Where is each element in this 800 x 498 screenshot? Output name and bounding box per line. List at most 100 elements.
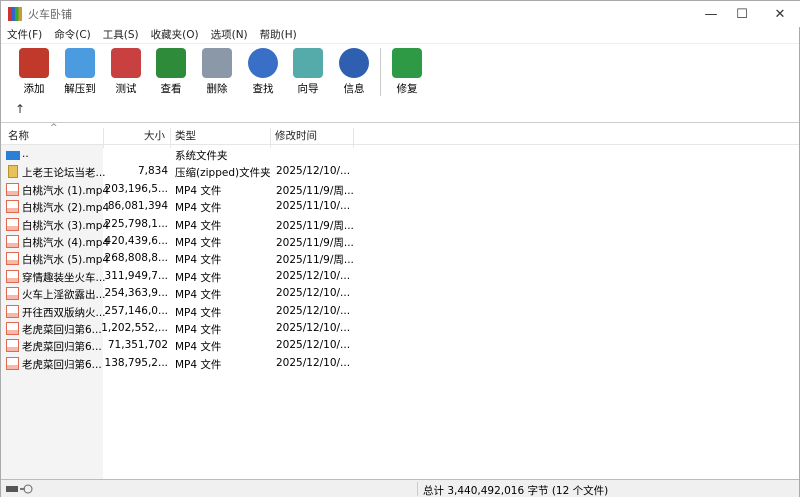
- file-row[interactable]: 上老王论坛当老... 7,834 压缩(zipped)文件夹 2025/12/10/.…: [1, 163, 361, 180]
- file-row[interactable]: 老虎菜回归第6... 1,202,552,... MP4 文件 2025/12/10/…: [1, 320, 361, 337]
- folder-up-icon: [6, 151, 20, 160]
- file-date: 2025/12/10/...: [276, 356, 351, 369]
- file-name: 火车上淫欲露出...: [22, 289, 106, 302]
- menu-item-3[interactable]: 收藏夹(O): [151, 27, 199, 43]
- menu-item-2[interactable]: 工具(S): [103, 27, 139, 43]
- file-type: MP4 文件: [175, 202, 222, 215]
- file-date: 2025/12/10/...: [276, 339, 351, 352]
- file-name: 老虎菜回归第6...: [22, 341, 102, 354]
- file-row[interactable]: 老虎菜回归第6... 138,795,2... MP4 文件 2025/12/10/.…: [1, 355, 361, 372]
- file-type: MP4 文件: [175, 306, 222, 319]
- file-name: 白桃汽水 (1).mp4: [22, 184, 110, 197]
- file-type: MP4 文件: [175, 184, 222, 197]
- column-name[interactable]: 名称: [8, 128, 29, 143]
- status-bar: 总计 3,440,492,016 字节 (12 个文件): [1, 479, 799, 497]
- file-row[interactable]: 白桃汽水 (3).mp4 225,798,1... MP4 文件 2025/11/9/…: [1, 216, 361, 233]
- toolbar-label: 信息: [343, 83, 365, 95]
- toolbar-button-3[interactable]: 查看: [149, 48, 193, 96]
- column-type[interactable]: 类型: [175, 128, 196, 143]
- mp4-icon: [6, 269, 19, 283]
- file-size: 257,146,0...: [104, 304, 168, 317]
- toolbar-button-8[interactable]: 修复: [385, 48, 429, 96]
- toolbar-label: 测试: [115, 83, 137, 95]
- file-row[interactable]: 穿情趣装坐火车... 311,949,7... MP4 文件 2025/12/10/.…: [1, 268, 361, 285]
- toolbar-label: 查看: [160, 83, 182, 95]
- file-date: 2025/12/10/...: [276, 269, 351, 282]
- file-name: 开往西双版纳火...: [22, 306, 106, 319]
- add-archive-icon: [19, 48, 49, 78]
- file-size: 7,834: [137, 165, 168, 178]
- column-date[interactable]: 修改时间: [275, 128, 317, 143]
- file-date: 2025/11/10/...: [276, 200, 351, 213]
- file-name: 老虎菜回归第6...: [22, 324, 102, 336]
- trash-icon: [202, 48, 232, 78]
- mp4-icon: [6, 304, 19, 318]
- close-button[interactable]: ✕: [762, 1, 798, 27]
- file-type: MP4 文件: [175, 219, 222, 232]
- mp4-icon: [6, 287, 19, 301]
- winrar-logo-icon: [8, 7, 22, 21]
- file-date: 2025/11/9/周...: [276, 237, 354, 249]
- search-magnifier-icon: [248, 48, 278, 78]
- mp4-icon: [6, 339, 19, 353]
- file-date: 2025/11/9/周...: [276, 184, 354, 197]
- mp4-icon: [6, 217, 19, 231]
- toolbar-label: 查找: [252, 83, 274, 95]
- file-size: 203,196,5...: [104, 182, 168, 195]
- toolbar-button-4[interactable]: 删除: [195, 48, 239, 96]
- drive-icon: [6, 484, 33, 494]
- file-size: 311,949,7...: [104, 269, 168, 282]
- repair-icon: [392, 48, 422, 78]
- file-date: 2025/12/10/...: [276, 304, 351, 317]
- menu-item-1[interactable]: 命令(C): [54, 27, 91, 43]
- menu-item-5[interactable]: 帮助(H): [260, 27, 297, 43]
- file-size: 225,798,1...: [104, 217, 168, 230]
- toolbar-button-1[interactable]: 解压到: [58, 48, 102, 96]
- extract-folder-icon: [65, 48, 95, 78]
- file-size: 268,808,8...: [104, 252, 168, 265]
- file-name: 白桃汽水 (2).mp4: [22, 202, 110, 215]
- file-type: MP4 文件: [175, 254, 222, 267]
- maximize-button[interactable]: ☐: [724, 1, 760, 27]
- file-type: MP4 文件: [175, 324, 222, 336]
- file-row[interactable]: 白桃汽水 (1).mp4 203,196,5... MP4 文件 2025/11/9/…: [1, 181, 361, 198]
- file-date: 2025/12/10/...: [276, 165, 351, 178]
- mp4-icon: [6, 252, 19, 266]
- menu-item-0[interactable]: 文件(F): [7, 27, 42, 43]
- mp4-icon: [6, 182, 19, 196]
- menu-bar: 文件(F) 命令(C) 工具(S) 收藏夹(O) 选项(N) 帮助(H): [1, 27, 309, 43]
- toolbar-button-6[interactable]: 向导: [286, 48, 330, 96]
- file-row[interactable]: 白桃汽水 (4).mp4 420,439,6... MP4 文件 2025/11/9/…: [1, 233, 361, 250]
- file-size: 138,795,2...: [104, 356, 168, 369]
- file-date: 2025/11/9/周...: [276, 219, 354, 232]
- file-date: 2025/12/10/...: [276, 322, 351, 334]
- column-size[interactable]: 大小: [144, 128, 165, 143]
- file-name: 白桃汽水 (4).mp4: [22, 237, 110, 249]
- file-row[interactable]: .. 系统文件夹: [1, 146, 361, 163]
- file-list: 名称 ^ 大小 类型 修改时间 .. 系统文件夹 上老王论坛当老... 7,834 压缩…: [1, 123, 799, 479]
- toolbar-button-2[interactable]: 测试: [104, 48, 148, 96]
- up-folder-button[interactable]: ↑: [15, 102, 25, 116]
- file-type: MP4 文件: [175, 237, 222, 249]
- menu-item-4[interactable]: 选项(N): [211, 27, 248, 43]
- file-name: 白桃汽水 (3).mp4: [22, 219, 110, 232]
- window-title: 火车卧铺: [28, 8, 72, 21]
- file-row[interactable]: 火车上淫欲露出... 254,363,9... MP4 文件 2025/12/10/.…: [1, 285, 361, 302]
- file-row[interactable]: 开往西双版纳火... 257,146,0... MP4 文件 2025/12/10/.…: [1, 303, 361, 320]
- toolbar-divider: [380, 48, 381, 96]
- mp4-icon: [6, 200, 19, 214]
- file-size: 1,202,552,...: [101, 322, 168, 334]
- file-row[interactable]: 白桃汽水 (2).mp4 86,081,394 MP4 文件 2025/11/10/.…: [1, 198, 361, 215]
- file-name: ..: [22, 148, 29, 160]
- file-row[interactable]: 白桃汽水 (5).mp4 268,808,8... MP4 文件 2025/11/9/…: [1, 250, 361, 267]
- wizard-wand-icon: [293, 48, 323, 78]
- toolbar-label: 删除: [206, 83, 228, 95]
- toolbar-button-7[interactable]: 信息: [332, 48, 376, 96]
- file-row[interactable]: 老虎菜回归第6... 71,351,702 MP4 文件 2025/12/10/...: [1, 337, 361, 354]
- toolbar-button-0[interactable]: 添加: [12, 48, 56, 96]
- mp4-icon: [6, 356, 19, 370]
- file-size: 71,351,702: [107, 339, 168, 352]
- toolbar-label: 修复: [396, 83, 418, 95]
- toolbar-button-5[interactable]: 查找: [241, 48, 285, 96]
- file-type: MP4 文件: [175, 341, 222, 354]
